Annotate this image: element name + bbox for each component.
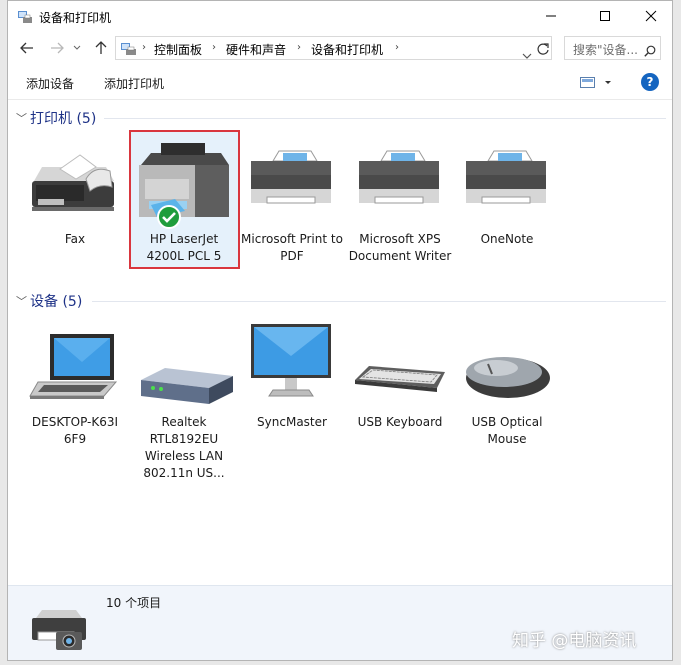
- chevron-down-icon: [73, 45, 81, 50]
- minimize-icon: [546, 15, 556, 17]
- monitor-icon: [237, 322, 347, 416]
- laptop-icon: [20, 322, 130, 416]
- breadcrumb-devices-printers[interactable]: 设备和打印机: [311, 41, 383, 58]
- network-adapter-icon: [129, 322, 239, 416]
- devices-printers-app-icon: [17, 9, 33, 25]
- watermark: 知乎 @电脑资讯: [512, 631, 637, 651]
- mouse-icon: [452, 322, 562, 416]
- help-icon[interactable]: ?: [641, 73, 659, 91]
- printer-icon: [452, 139, 562, 233]
- group-divider: [104, 118, 666, 119]
- breadcrumb-separator-icon: ›: [297, 42, 301, 53]
- breadcrumb-separator-icon: ›: [142, 42, 146, 53]
- device-label: Realtek RTL8192EU Wireless LAN 802.11n U…: [143, 415, 225, 480]
- window-title: 设备和打印机: [39, 11, 112, 25]
- chevron-down-icon: ﹀: [16, 295, 27, 308]
- add-printer-button[interactable]: 添加打印机: [104, 75, 164, 92]
- add-device-button[interactable]: 添加设备: [26, 75, 74, 92]
- back-button[interactable]: [16, 38, 38, 58]
- close-icon: [645, 10, 657, 22]
- control-panel-icon: [121, 41, 137, 60]
- arrow-right-icon: [51, 42, 64, 54]
- device-label: Microsoft XPS Document Writer: [348, 232, 452, 263]
- maximize-button[interactable]: [582, 1, 628, 31]
- device-label: Fax: [64, 232, 86, 246]
- device-label: HP LaserJet 4200L PCL 5: [146, 232, 222, 263]
- maximize-icon: [600, 11, 610, 21]
- arrow-up-icon: [95, 41, 107, 54]
- address-dropdown-icon[interactable]: [522, 45, 532, 64]
- printer-icon: [129, 139, 239, 233]
- printers-group-title: 打印机 (5): [30, 111, 97, 127]
- printers-group-header[interactable]: ﹀ 打印机 (5): [12, 107, 670, 129]
- refresh-icon[interactable]: [536, 41, 550, 60]
- address-bar[interactable]: › 控制面板 › 硬件和声音 › 设备和打印机 ›: [115, 36, 552, 60]
- view-options-button[interactable]: [580, 75, 614, 94]
- title-bar: 设备和打印机: [8, 1, 672, 33]
- minimize-button[interactable]: [528, 1, 574, 31]
- breadcrumb-separator-icon: ›: [395, 42, 399, 53]
- chevron-down-icon: ﹀: [16, 112, 27, 125]
- device-label: SyncMaster: [257, 415, 327, 429]
- device-label: OneNote: [480, 232, 534, 246]
- device-label: USB Optical Mouse: [471, 415, 543, 446]
- fax-icon: [20, 139, 130, 233]
- printer-icon: [345, 139, 455, 233]
- item-count: 10 个项目: [106, 596, 162, 610]
- devices-printers-large-icon: [26, 602, 88, 656]
- device-label: Microsoft Print to PDF: [241, 232, 343, 263]
- breadcrumb-control-panel[interactable]: 控制面板: [154, 41, 202, 58]
- devices-printers-window: 设备和打印机 › 控制面板 › 硬件和声音 › 设备和打印机 › 搜索"设备..…: [7, 0, 673, 661]
- close-button[interactable]: [628, 1, 672, 31]
- search-icon: [644, 42, 656, 61]
- forward-button[interactable]: [46, 38, 68, 58]
- devices-group-header[interactable]: ﹀ 设备 (5): [12, 290, 670, 312]
- arrow-left-icon: [20, 42, 33, 54]
- printer-icon: [237, 139, 347, 233]
- recent-locations-button[interactable]: [70, 38, 84, 58]
- breadcrumb-separator-icon: ›: [212, 42, 216, 53]
- devices-group-title: 设备 (5): [30, 294, 83, 310]
- search-input[interactable]: 搜索"设备...: [564, 36, 661, 60]
- navigation-bar: › 控制面板 › 硬件和声音 › 设备和打印机 › 搜索"设备...: [8, 35, 672, 61]
- device-label: DESKTOP-K63I 6F9: [31, 415, 119, 446]
- device-label: USB Keyboard: [357, 415, 443, 429]
- keyboard-icon: [345, 322, 455, 416]
- group-divider: [92, 301, 666, 302]
- up-button[interactable]: [90, 38, 112, 58]
- command-bar: 添加设备 添加打印机 ?: [8, 65, 672, 100]
- breadcrumb-hardware-sound[interactable]: 硬件和声音: [226, 41, 286, 58]
